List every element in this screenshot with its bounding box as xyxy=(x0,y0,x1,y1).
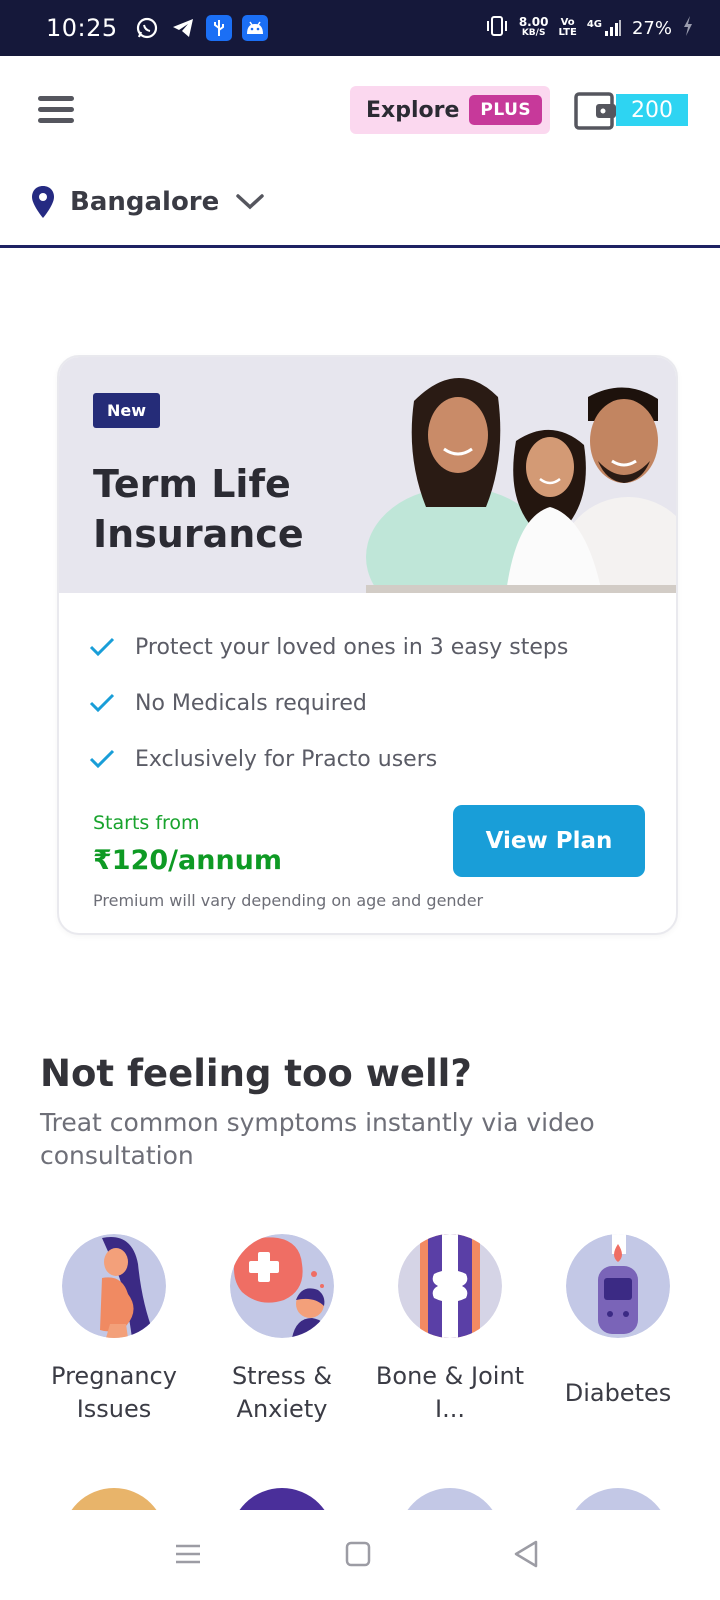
location-pin-icon xyxy=(32,186,54,218)
menu-bar xyxy=(38,107,74,112)
benefit-item: No Medicals required xyxy=(89,675,568,731)
symptom-grid: Pregnancy Issues Stress & Anxiety Bone &… xyxy=(30,1234,710,1426)
view-plan-button[interactable]: View Plan xyxy=(453,805,645,877)
menu-button[interactable] xyxy=(38,96,74,124)
status-app-icons xyxy=(134,15,268,41)
system-nav-bar xyxy=(0,1510,720,1600)
symptom-label: Bone & Joint I... xyxy=(375,1362,525,1423)
battery-level: 27% xyxy=(631,17,672,39)
menu-bar xyxy=(38,118,74,123)
section-title: Not feeling too well? xyxy=(40,1052,472,1095)
symptom-pregnancy[interactable]: Pregnancy Issues xyxy=(30,1234,198,1426)
explore-label: Explore xyxy=(366,97,460,123)
benefit-list: Protect your loved ones in 3 easy steps … xyxy=(89,619,568,787)
family-photo-illustration xyxy=(366,377,676,593)
volte-indicator: Vo LTE xyxy=(558,18,576,38)
symptom-peek[interactable] xyxy=(198,1488,366,1510)
recent-apps-icon[interactable] xyxy=(172,1538,204,1570)
benefit-text: No Medicals required xyxy=(135,690,367,716)
insurance-title: Term Life Insurance xyxy=(93,459,353,559)
insurance-banner: New Term Life Insurance xyxy=(59,357,676,593)
explore-plus-button[interactable]: Explore PLUS xyxy=(350,86,550,134)
benefit-text: Protect your loved ones in 3 easy steps xyxy=(135,634,569,660)
status-time: 10:25 xyxy=(46,14,118,42)
signal-label: 4G xyxy=(586,19,602,30)
symptom-stress[interactable]: Stress & Anxiety xyxy=(198,1234,366,1426)
android-icon xyxy=(241,15,268,41)
app-header: Explore PLUS 200 Bangalore xyxy=(0,56,720,248)
stress-icon xyxy=(230,1234,334,1338)
bone-joint-icon xyxy=(398,1234,502,1338)
symptom-label: Diabetes xyxy=(564,1378,672,1407)
network-speed-value: 8.00 xyxy=(518,15,549,29)
section-subtitle: Treat common symptoms instantly via vide… xyxy=(40,1108,595,1170)
charging-icon xyxy=(682,15,694,41)
status-bar: 10:25 8.00 KB/S Vo LTE 4G 27% xyxy=(0,0,720,56)
network-speed-unit: KB/S xyxy=(521,28,546,38)
telegram-icon xyxy=(170,15,196,41)
benefit-text: Exclusively for Practo users xyxy=(135,746,438,772)
wallet-points: 200 xyxy=(616,94,688,126)
symptom-peek-circle xyxy=(230,1488,334,1510)
network-speed: 8.00 KB/S xyxy=(518,15,549,39)
symptom-bone-joint[interactable]: Bone & Joint I... xyxy=(366,1234,534,1426)
back-icon[interactable] xyxy=(510,1538,542,1570)
new-badge: New xyxy=(93,393,161,428)
symptom-label: Pregnancy Issues xyxy=(51,1362,177,1423)
app-screen: 10:25 8.00 KB/S Vo LTE 4G 27% Explore PL… xyxy=(0,0,720,1600)
pregnancy-icon xyxy=(62,1234,166,1338)
plus-badge: PLUS xyxy=(469,95,543,125)
check-icon xyxy=(89,749,115,769)
chevron-down-icon xyxy=(236,194,265,210)
insurance-title-line1: Term Life xyxy=(93,462,291,506)
wallet-icon xyxy=(574,92,616,130)
whatsapp-icon xyxy=(134,15,160,41)
symptom-peek-circle xyxy=(566,1488,670,1510)
symptom-peek[interactable] xyxy=(30,1488,198,1510)
status-right-group: 8.00 KB/S Vo LTE 4G 27% xyxy=(485,15,694,41)
symptom-peek-circle xyxy=(398,1488,502,1510)
symptom-peek[interactable] xyxy=(534,1488,702,1510)
location-label: Bangalore xyxy=(70,187,220,217)
wallet-button[interactable]: 200 xyxy=(574,90,690,134)
location-selector[interactable]: Bangalore xyxy=(30,178,265,226)
diabetes-icon xyxy=(566,1234,670,1338)
signal-icon: 4G xyxy=(587,19,622,37)
premium-note: Premium will vary depending on age and g… xyxy=(93,891,484,910)
symptom-row-peek xyxy=(30,1488,710,1510)
menu-bar xyxy=(38,96,74,101)
symptom-diabetes[interactable]: Diabetes xyxy=(534,1234,702,1426)
insurance-title-line2: Insurance xyxy=(93,512,304,556)
check-icon xyxy=(89,693,115,713)
home-icon[interactable] xyxy=(342,1538,374,1570)
benefit-item: Protect your loved ones in 3 easy steps xyxy=(89,619,568,675)
symptom-peek[interactable] xyxy=(366,1488,534,1510)
price-label: ₹120/annum xyxy=(93,845,283,876)
starts-from-label: Starts from xyxy=(93,812,200,834)
benefit-item: Exclusively for Practo users xyxy=(89,731,568,787)
term-insurance-card[interactable]: New Term Life Insurance Protect your lov… xyxy=(57,355,678,935)
usb-icon xyxy=(205,15,232,41)
check-icon xyxy=(89,637,115,657)
symptom-label: Stress & Anxiety xyxy=(231,1362,333,1423)
volte-bottom: LTE xyxy=(558,27,577,38)
symptom-peek-circle xyxy=(62,1488,166,1510)
vibrate-icon xyxy=(485,15,509,41)
